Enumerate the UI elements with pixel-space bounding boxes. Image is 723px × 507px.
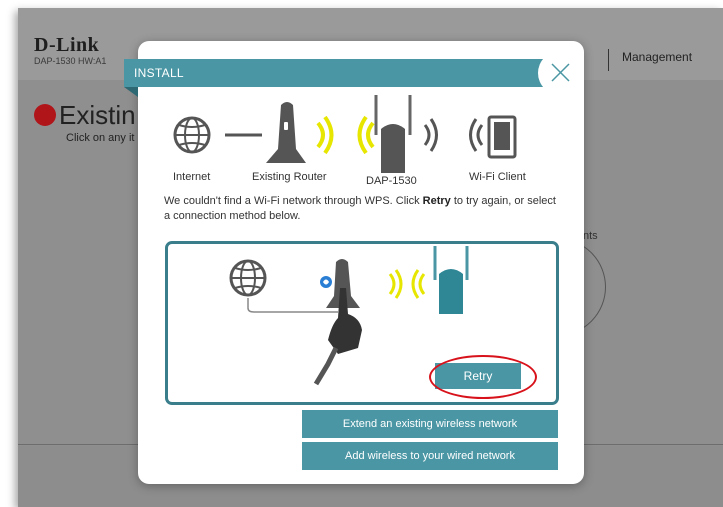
message-text-start: We couldn't find a Wi-Fi network through… — [164, 195, 423, 207]
section-title: Existin — [34, 100, 136, 131]
section-title-text: Existin — [59, 100, 136, 130]
label-wifi-client: Wi-Fi Client — [469, 171, 526, 183]
tablet-icon — [487, 115, 517, 159]
brand-logo: D-Link — [34, 34, 100, 56]
clients-label: nts — [583, 230, 598, 242]
label-dap-1530: DAP-1530 — [366, 175, 417, 187]
install-dialog: INSTALL Internet Existing Router DAP-153… — [124, 41, 584, 484]
network-diagram: Internet Existing Router DAP-1530 Wi-Fi … — [138, 87, 584, 191]
wifi-signal-icon — [388, 269, 426, 299]
globe-icon — [173, 116, 211, 154]
label-existing-router: Existing Router — [252, 171, 327, 183]
wifi-signal-icon — [316, 115, 375, 155]
add-wireless-button[interactable]: Add wireless to your wired network — [302, 442, 558, 470]
extender-icon — [374, 95, 412, 173]
status-dot-icon — [34, 104, 56, 126]
model-label: DAP-1530 HW:A1 — [34, 56, 107, 66]
section-subtitle: Click on any it — [66, 132, 135, 144]
title-bar-fold — [124, 87, 138, 97]
status-message: We couldn't find a Wi-Fi network through… — [164, 194, 564, 224]
dialog-title: INSTALL — [134, 66, 184, 80]
wifi-signal-dark-icon — [423, 118, 484, 152]
dialog-title-bar: INSTALL — [124, 59, 548, 87]
nav-separator — [608, 49, 609, 71]
extender-icon — [433, 246, 469, 314]
extend-network-button[interactable]: Extend an existing wireless network — [302, 410, 558, 438]
label-internet: Internet — [173, 171, 211, 183]
cable-line — [247, 298, 338, 313]
highlight-ring — [429, 355, 537, 399]
message-text-bold: Retry — [422, 195, 451, 207]
globe-icon — [229, 259, 267, 297]
router-icon — [266, 102, 306, 163]
wps-icon — [320, 276, 332, 288]
nav-management-link[interactable]: Management — [622, 50, 692, 64]
